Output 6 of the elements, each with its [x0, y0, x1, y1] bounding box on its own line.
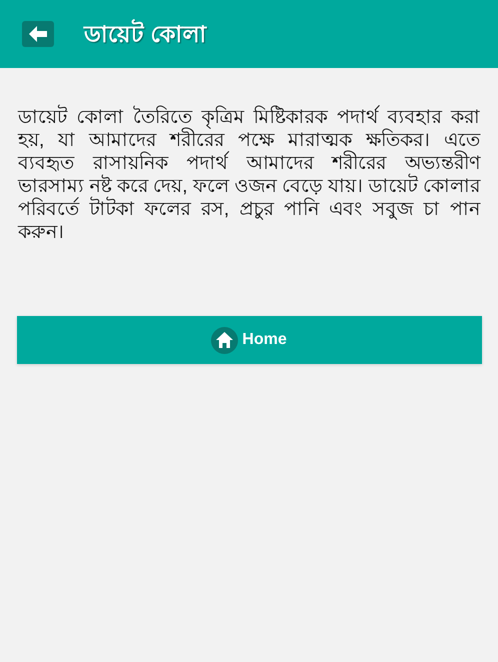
- home-icon: [211, 326, 238, 354]
- body-text: ডায়েট কোলা তৈরিতে কৃত্রিম মিষ্টিকারক পদার্থ ব্যবহার করা হয়, যা আমাদের শরীরের পক্ষে মারাত্মক ক্ষতিকর। এতে ব্যবহৃত রাসায়নিক পদার্থ আমাদের শরীরের অভ্যন্তরীণ ভারসাম্য নষ্ট করে দেয়, ফলে ওজন বেড়ে যায়। ডায়েট কোলার পরিবর্তে টাটকা ফলের রস, প্রচুর পানি এবং সবুজ চা পান করুন।: [0, 106, 498, 244]
- page-title: ডায়েট কোলা: [84, 18, 206, 49]
- back-button[interactable]: [22, 21, 54, 47]
- back-arrow-icon: [29, 26, 47, 42]
- home-button[interactable]: Home: [16, 316, 482, 364]
